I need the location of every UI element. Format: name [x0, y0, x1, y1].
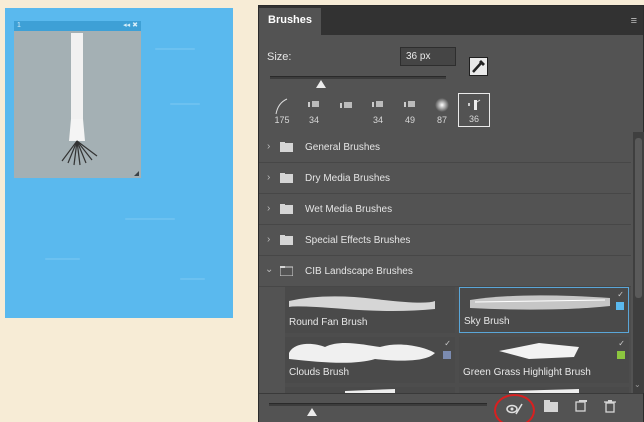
preset-size-label: 175 [274, 115, 290, 125]
tab-brushes[interactable]: Brushes [259, 8, 321, 35]
brush-tile-label: Green Grass Highlight Brush [463, 367, 591, 378]
color-swatch [617, 351, 625, 359]
chevron-right-icon[interactable]: › [267, 141, 270, 152]
brush-group-label: CIB Landscape Brushes [305, 266, 413, 277]
size-label: Size: [267, 51, 292, 63]
brush-tile-round-fan[interactable]: Round Fan Brush [285, 287, 455, 333]
brush-preview-controls[interactable]: ◂◂ ✖ [123, 21, 138, 31]
round-fan-stroke-icon [289, 296, 435, 311]
paint-streak [45, 258, 80, 260]
brush-group-label: Wet Media Brushes [305, 204, 393, 215]
paint-streak [180, 278, 205, 280]
brush-settings-icon [472, 60, 485, 73]
sky-stroke-icon [470, 295, 610, 310]
panel-bottom-toolbar [259, 393, 643, 422]
tip-brush-icon [404, 101, 415, 107]
chevron-right-icon[interactable]: › [267, 234, 270, 245]
trash-icon[interactable] [601, 399, 619, 417]
brush-group-special-effects[interactable]: › Special Effects Brushes [259, 225, 631, 256]
brush-group-label: General Brushes [305, 142, 381, 153]
resize-grip[interactable] [134, 171, 139, 176]
brush-tip-preview-icon [61, 33, 98, 166]
clouds-stroke-icon [289, 342, 435, 363]
paint-streak [170, 103, 200, 105]
preset-size-label: 34 [372, 115, 383, 125]
brush-tile-label: Clouds Brush [289, 367, 350, 378]
paint-streak [125, 218, 175, 220]
open-folder-icon [280, 266, 293, 276]
brushes-panel: Brushes ≡ Size: 36 px 175 34 34 49 87 36… [258, 5, 644, 422]
recent-brush-presets: 175 34 34 49 87 36 [266, 93, 490, 127]
preset-size-label: 34 [308, 115, 319, 125]
preset-brush[interactable]: 49 [394, 93, 426, 127]
folder-icon [544, 400, 558, 412]
document-canvas[interactable]: 1 ◂◂ ✖ [5, 8, 233, 318]
brush-group-wet-media[interactable]: › Wet Media Brushes [259, 194, 631, 225]
brush-preview-titlebar[interactable]: 1 ◂◂ ✖ [14, 21, 141, 31]
preset-brush[interactable] [330, 93, 362, 127]
folder-icon [280, 204, 293, 214]
tip-brush-icon [372, 101, 383, 107]
menu-lines-icon[interactable]: ≡ [631, 15, 637, 27]
preset-size-label: 87 [436, 115, 447, 125]
color-swatch [443, 351, 451, 359]
brush-group-cib-landscape[interactable]: ⌄ CIB Landscape Brushes [259, 256, 631, 287]
brush-tile-green-grass[interactable]: ✓ Green Grass Highlight Brush [459, 337, 629, 383]
toggle-brush-settings-button[interactable] [469, 57, 488, 76]
soft-round-brush-icon [435, 98, 449, 112]
preset-brush[interactable]: 34 [362, 93, 394, 127]
stroke-brush-icon [275, 98, 288, 115]
preset-brush[interactable]: 34 [298, 93, 330, 127]
brush-preview-title: 1 [17, 22, 21, 29]
brush-group-general[interactable]: › General Brushes [259, 132, 631, 163]
tip-brush-icon [340, 102, 352, 108]
size-slider-thumb[interactable] [316, 80, 326, 88]
preset-size-label: 36 [468, 114, 479, 124]
tip-brush-icon [308, 101, 319, 107]
new-brush-icon[interactable] [572, 399, 590, 417]
chevron-right-icon[interactable]: › [267, 203, 270, 214]
scrollbar-thumb[interactable] [635, 138, 642, 298]
brush-preview-window[interactable]: 1 ◂◂ ✖ [14, 21, 141, 178]
brush-settings-mark-icon: ✓ [618, 339, 625, 348]
visibility-toggle-icon[interactable] [505, 399, 523, 417]
paint-streak [155, 48, 195, 50]
color-swatch [616, 302, 624, 310]
eye-brush-icon [506, 403, 523, 415]
preview-size-slider-track[interactable] [269, 403, 487, 406]
size-input[interactable]: 36 px [400, 47, 456, 66]
chevron-right-icon[interactable]: › [267, 172, 270, 183]
new-item-icon [575, 400, 587, 412]
brush-tiles-grid: Round Fan Brush ✓ Sky Brush ✓ Clouds Bru… [285, 287, 631, 393]
panel-tab-bar: Brushes ≡ [259, 6, 643, 35]
chevron-down-icon[interactable]: ⌄ [265, 264, 273, 275]
brush-group-dry-media[interactable]: › Dry Media Brushes [259, 163, 631, 194]
new-group-folder-icon[interactable] [542, 399, 560, 417]
brush-group-label: Special Effects Brushes [305, 235, 411, 246]
folder-icon [280, 173, 293, 183]
size-slider-track[interactable] [270, 76, 446, 79]
brush-settings-mark-icon: ✓ [444, 339, 451, 348]
brush-settings-mark-icon: ✓ [617, 290, 624, 299]
delete-icon [604, 400, 616, 413]
preset-brush[interactable]: 87 [426, 93, 458, 127]
brush-group-label: Dry Media Brushes [305, 173, 391, 184]
brush-groups-list: › General Brushes › Dry Media Brushes › … [259, 132, 631, 393]
folder-icon [280, 142, 293, 152]
brush-tile-label: Sky Brush [464, 316, 510, 327]
preset-brush[interactable]: 175 [266, 93, 298, 127]
grass-stroke-icon [499, 343, 579, 359]
folder-icon [280, 235, 293, 245]
brush-tile-sky[interactable]: ✓ Sky Brush [459, 287, 629, 333]
scroll-down-arrow-icon[interactable]: ⌄ [634, 380, 641, 389]
vertical-scrollbar[interactable]: ⌄ [633, 132, 644, 393]
brush-tile-clouds[interactable]: ✓ Clouds Brush [285, 337, 455, 383]
brush-tile-label: Round Fan Brush [289, 317, 368, 328]
preset-size-label: 49 [404, 115, 415, 125]
preview-size-slider-thumb[interactable] [307, 408, 317, 416]
preset-brush-selected[interactable]: 36 [458, 93, 490, 127]
